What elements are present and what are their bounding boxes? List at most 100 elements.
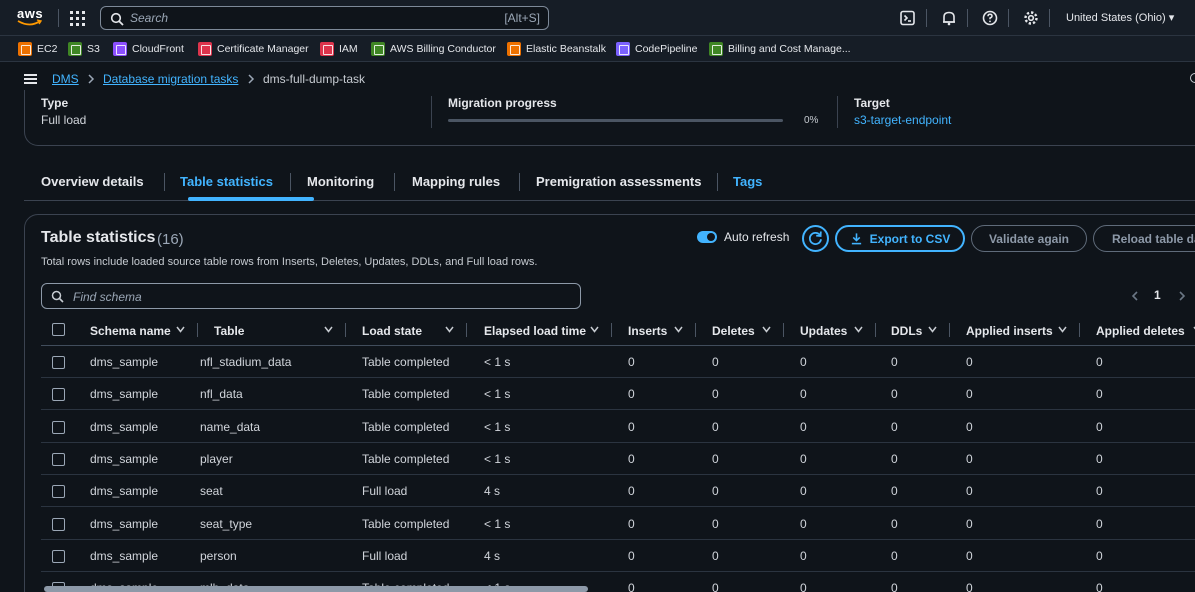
tab-overview-details[interactable]: Overview details	[41, 174, 144, 189]
bell-icon[interactable]	[940, 9, 958, 27]
table-statistics-description: Total rows include loaded source table r…	[41, 256, 538, 268]
column-header-table[interactable]: Table	[214, 324, 244, 338]
cell-applied-deletes: 0	[1096, 451, 1103, 466]
cell-deletes: 0	[712, 387, 719, 402]
sort-down-icon[interactable]	[445, 326, 454, 333]
cell-schema-name: dms_sample	[90, 387, 159, 402]
cell-table-name: player	[200, 451, 233, 466]
favorite-billing-cost-management[interactable]: Billing and Cost Manage...	[709, 41, 851, 57]
info-icon[interactable]	[1190, 73, 1195, 83]
tab-premigration-assessments[interactable]: Premigration assessments	[536, 174, 701, 189]
gear-icon[interactable]	[1022, 9, 1040, 27]
row-checkbox[interactable]	[52, 517, 65, 531]
sort-down-icon[interactable]	[590, 326, 599, 333]
aws-logo[interactable]: aws	[16, 6, 46, 30]
column-header-applied-deletes[interactable]: Applied deletes	[1096, 324, 1185, 338]
cell-ddls: 0	[891, 581, 898, 592]
column-header-load-state[interactable]: Load state	[362, 324, 422, 338]
sort-down-icon[interactable]	[176, 326, 185, 333]
current-page-number[interactable]: 1	[1154, 288, 1161, 302]
tab-tags[interactable]: Tags	[733, 174, 762, 189]
column-divider	[611, 323, 612, 337]
row-checkbox[interactable]	[52, 388, 65, 402]
horizontal-scrollbar[interactable]	[44, 586, 588, 592]
sort-down-icon[interactable]	[674, 326, 683, 333]
cloudshell-icon[interactable]	[899, 9, 917, 27]
sort-down-icon[interactable]	[854, 326, 863, 333]
table-row[interactable]: dms_sample nfl_stadium_data Table complete…	[41, 346, 1195, 378]
table-row[interactable]: dms_sample person Full load 4 s 0 0 0 0 0 0	[41, 540, 1195, 572]
cell-schema-name: dms_sample	[90, 484, 159, 499]
chevron-right-icon	[248, 74, 255, 84]
favorite-certificate-manager[interactable]: Certificate Manager	[198, 41, 309, 57]
cell-table-name: nfl_stadium_data	[200, 355, 292, 369]
table-row[interactable]: dms_sample seat_type Table completed < 1 s 0…	[41, 508, 1195, 540]
breadcrumb-dms[interactable]: DMS	[52, 72, 79, 86]
favorite-elastic-beanstalk[interactable]: Elastic Beanstalk	[507, 41, 606, 57]
column-divider	[1079, 323, 1080, 337]
row-checkbox[interactable]	[52, 356, 65, 369]
find-schema-input[interactable]: Find schema	[41, 283, 581, 309]
validate-again-button[interactable]: Validate again	[971, 225, 1087, 252]
target-endpoint-link[interactable]: s3-target-endpoint	[854, 113, 951, 127]
cell-updates: 0	[800, 419, 807, 434]
export-to-csv-button[interactable]: Export to CSV	[835, 225, 965, 252]
tab-separator	[164, 173, 165, 191]
favorite-ec2[interactable]: EC2	[18, 41, 57, 57]
table-row[interactable]: dms_sample seat Full load 4 s 0 0 0 0 0 0	[41, 475, 1195, 508]
sort-down-icon[interactable]	[324, 326, 333, 333]
target-label: Target	[854, 96, 890, 110]
region-selector[interactable]: United States (Ohio) ▾	[1066, 11, 1174, 24]
cell-applied-deletes: 0	[1096, 484, 1103, 499]
table-statistics-count: (16)	[157, 231, 184, 248]
favorite-s3[interactable]: S3	[68, 41, 100, 57]
table-row[interactable]: dms_sample player Table completed < 1 s 0 0 0 0…	[41, 443, 1195, 475]
sort-down-icon[interactable]	[1058, 326, 1067, 333]
cell-applied-inserts: 0	[966, 484, 973, 499]
row-checkbox[interactable]	[52, 485, 65, 499]
reload-table-data-button[interactable]: Reload table da	[1093, 225, 1195, 252]
cloudfront-service-icon	[113, 42, 127, 56]
favorite-codepipeline[interactable]: CodePipeline	[616, 41, 697, 57]
previous-page-icon[interactable]	[1131, 291, 1139, 301]
next-page-icon[interactable]	[1178, 291, 1186, 301]
sort-down-icon[interactable]	[928, 326, 937, 333]
refresh-button[interactable]	[802, 225, 829, 252]
column-header-inserts[interactable]: Inserts	[628, 324, 667, 338]
column-header-ddls[interactable]: DDLs	[891, 324, 922, 338]
menu-icon[interactable]	[24, 74, 37, 84]
iam-service-icon	[320, 42, 334, 56]
column-divider	[345, 323, 346, 337]
topbar-divider	[58, 9, 59, 27]
global-search-input[interactable]: Search [Alt+S]	[100, 6, 549, 30]
favorite-billing-conductor[interactable]: AWS Billing Conductor	[371, 41, 496, 57]
table-row[interactable]: dms_sample nfl_data Table completed < 1 s 0 0…	[41, 378, 1195, 411]
column-header-deletes[interactable]: Deletes	[712, 324, 755, 338]
column-header-applied-inserts[interactable]: Applied inserts	[966, 324, 1053, 338]
column-header-elapsed-load-time[interactable]: Elapsed load time	[484, 324, 586, 338]
row-checkbox[interactable]	[52, 549, 65, 563]
tab-separator	[290, 173, 291, 191]
table-row[interactable]: dms_sample name_data Table completed < 1 s 0…	[41, 411, 1195, 443]
services-grid-icon[interactable]	[70, 11, 85, 26]
tab-mapping-rules[interactable]: Mapping rules	[412, 174, 500, 189]
tab-table-statistics[interactable]: Table statistics	[180, 174, 273, 189]
cell-applied-inserts: 0	[966, 548, 973, 563]
favorite-cloudfront[interactable]: CloudFront	[113, 41, 184, 57]
column-header-updates[interactable]: Updates	[800, 324, 847, 338]
cell-schema-name: dms_sample	[90, 355, 159, 369]
row-checkbox[interactable]	[52, 452, 65, 466]
select-all-checkbox[interactable]	[52, 323, 65, 336]
cell-ddls: 0	[891, 387, 898, 402]
cell-applied-inserts: 0	[966, 387, 973, 402]
cell-inserts: 0	[628, 387, 635, 402]
sort-down-icon[interactable]	[762, 326, 771, 333]
help-icon[interactable]	[981, 9, 999, 27]
column-divider	[466, 323, 467, 337]
row-checkbox[interactable]	[52, 420, 65, 434]
tab-monitoring[interactable]: Monitoring	[307, 174, 374, 189]
favorite-iam[interactable]: IAM	[320, 41, 358, 57]
auto-refresh-toggle[interactable]	[697, 231, 717, 243]
column-header-schema-name[interactable]: Schema name	[90, 324, 171, 338]
breadcrumb-migration-tasks[interactable]: Database migration tasks	[103, 72, 238, 86]
